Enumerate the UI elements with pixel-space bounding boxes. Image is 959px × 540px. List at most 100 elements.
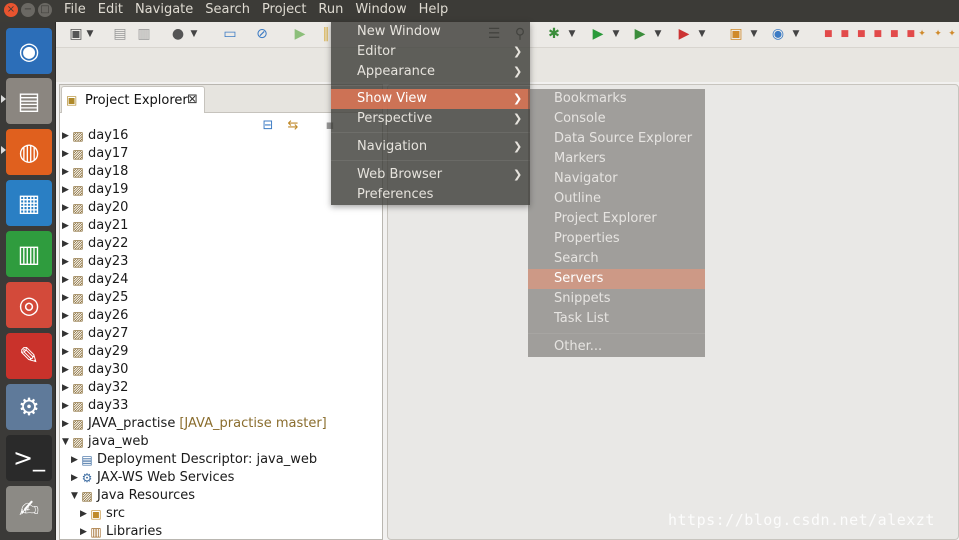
close-window-button[interactable]: × (4, 3, 18, 17)
reader-icon[interactable]: ✎ (6, 333, 52, 379)
pin-icon[interactable]: ✦ (944, 26, 959, 42)
menu-navigate[interactable]: Navigate (134, 2, 194, 17)
new-server-icon[interactable]: ▣ (728, 26, 744, 42)
tree-item-day25[interactable]: ▶ ▨ day25 (62, 289, 128, 307)
view-item-navigator[interactable]: Navigator (528, 169, 705, 189)
new-class-icon[interactable]: ◉ (770, 26, 786, 42)
view-item-data-source-explorer[interactable]: Data Source Explorer (528, 129, 705, 149)
expand-arrow-icon[interactable]: ▶ (62, 235, 71, 253)
terminal-icon[interactable]: >_ (6, 435, 52, 481)
new-server-dropdown-icon[interactable]: ▼ (750, 26, 758, 42)
menu-item-navigation[interactable]: Navigation ❯ (331, 137, 530, 157)
expand-arrow-icon[interactable]: ▶ (62, 271, 71, 289)
profile-icon[interactable]: ● (170, 26, 186, 42)
new-dropdown-icon[interactable]: ▼ (86, 26, 94, 42)
view-item-servers[interactable]: Servers (528, 269, 705, 289)
expand-arrow-icon[interactable]: ▶ (62, 325, 71, 343)
tree-item-java-practise[interactable]: ▶ ▨ JAVA_practise [JAVA_practise master] (62, 415, 327, 433)
run-coverage-icon[interactable]: ▶ (632, 26, 648, 42)
tab-project-explorer[interactable]: ▣ Project Explorer ⊠ (61, 86, 205, 113)
view-item-snippets[interactable]: Snippets (528, 289, 705, 309)
expand-arrow-icon[interactable]: ▶ (62, 289, 71, 307)
tree-item-day29[interactable]: ▶ ▨ day29 (62, 343, 128, 361)
expand-arrow-icon[interactable]: ▶ (62, 163, 71, 181)
annotation-markers-icon[interactable]: ■■■■■■ (824, 26, 915, 42)
pin-icon[interactable]: ✦ (914, 26, 930, 42)
tree-item-day32[interactable]: ▶ ▨ day32 (62, 379, 128, 397)
tree-item-day30[interactable]: ▶ ▨ day30 (62, 361, 128, 379)
minimize-window-button[interactable]: − (21, 3, 35, 17)
save-all-icon[interactable]: ▥ (136, 26, 152, 42)
external-tools-dropdown-icon[interactable]: ▼ (698, 26, 706, 42)
coverage-dropdown-icon[interactable]: ▼ (654, 26, 662, 42)
new-icon[interactable]: ▣ (68, 26, 84, 42)
menu-item-appearance[interactable]: Appearance ❯ (331, 62, 530, 82)
menu-item-editor[interactable]: Editor ❯ (331, 42, 530, 62)
menu-item-web-browser[interactable]: Web Browser ❯ (331, 165, 530, 185)
ubuntu-dash-icon[interactable]: ◉ (6, 28, 52, 74)
chrome-icon[interactable]: ◎ (6, 282, 52, 328)
view-item-console[interactable]: Console (528, 109, 705, 129)
tree-item-day24[interactable]: ▶ ▨ day24 (62, 271, 128, 289)
menu-item-perspective[interactable]: Perspective ❯ (331, 109, 530, 129)
tree-item-day17[interactable]: ▶ ▨ day17 (62, 145, 128, 163)
run-icon[interactable]: ▶ (590, 26, 606, 42)
tree-item-day16[interactable]: ▶ ▨ day16 (62, 127, 128, 145)
collapse-arrow-icon[interactable]: ▼ (62, 433, 71, 451)
expand-arrow-icon[interactable]: ▶ (62, 217, 71, 235)
impress-icon[interactable]: ▦ (6, 180, 52, 226)
expand-arrow-icon[interactable]: ▶ (62, 307, 71, 325)
view-item-task-list[interactable]: Task List (528, 309, 705, 329)
menu-project[interactable]: Project (261, 2, 307, 17)
save-icon[interactable]: ▤ (112, 26, 128, 42)
expand-arrow-icon[interactable]: ▶ (80, 505, 89, 523)
menu-edit[interactable]: Edit (97, 2, 124, 17)
tree-item-libraries[interactable]: ▶ ▥ Libraries (80, 523, 162, 540)
new-class-dropdown-icon[interactable]: ▼ (792, 26, 800, 42)
menu-window[interactable]: Window (354, 2, 407, 17)
view-item-project-explorer[interactable]: Project Explorer (528, 209, 705, 229)
tree-item-day27[interactable]: ▶ ▨ day27 (62, 325, 128, 343)
view-item-markers[interactable]: Markers (528, 149, 705, 169)
close-icon[interactable]: ⊠ (187, 92, 198, 107)
expand-arrow-icon[interactable]: ▶ (71, 469, 80, 487)
tree-item-java-resources[interactable]: ▼ ▨ Java Resources (71, 487, 195, 505)
firefox-icon[interactable]: ◍ (6, 129, 52, 175)
maximize-window-button[interactable]: □ (38, 3, 52, 17)
tree-item-java-web[interactable]: ▼ ▨ java_web (62, 433, 149, 451)
tree-item-day22[interactable]: ▶ ▨ day22 (62, 235, 128, 253)
expand-arrow-icon[interactable]: ▶ (62, 199, 71, 217)
expand-arrow-icon[interactable]: ▶ (62, 145, 71, 163)
files-icon[interactable]: ▤ (6, 78, 52, 124)
settings-icon[interactable]: ⚙ (6, 384, 52, 430)
skip-breakpoints-icon[interactable]: ⊘ (254, 26, 270, 42)
calc-icon[interactable]: ▥ (6, 231, 52, 277)
debug-dropdown-icon[interactable]: ▼ (568, 26, 576, 42)
terminal-view-icon[interactable]: ▭ (222, 26, 238, 42)
tree-item-jax-ws[interactable]: ▶ ⚙ JAX-WS Web Services (71, 469, 234, 487)
expand-arrow-icon[interactable]: ▶ (62, 361, 71, 379)
expand-arrow-icon[interactable]: ▶ (62, 343, 71, 361)
tree-item-day26[interactable]: ▶ ▨ day26 (62, 307, 128, 325)
menu-file[interactable]: File (63, 2, 87, 17)
collapse-all-icon[interactable]: ⊟ (260, 118, 276, 134)
tree-item-day18[interactable]: ▶ ▨ day18 (62, 163, 128, 181)
view-item-bookmarks[interactable]: Bookmarks (528, 89, 705, 109)
profile-dropdown-icon[interactable]: ▼ (190, 26, 198, 42)
run-dropdown-icon[interactable]: ▼ (612, 26, 620, 42)
expand-arrow-icon[interactable]: ▶ (62, 181, 71, 199)
expand-arrow-icon[interactable]: ▶ (71, 451, 80, 469)
expand-arrow-icon[interactable]: ▶ (62, 415, 71, 433)
view-item-search[interactable]: Search (528, 249, 705, 269)
debug-icon[interactable]: ✱ (546, 26, 562, 42)
tree-item-deployment-descriptor[interactable]: ▶ ▤ Deployment Descriptor: java_web (71, 451, 317, 469)
text-editor-icon[interactable]: ✍ (6, 486, 52, 532)
expand-arrow-icon[interactable]: ▶ (62, 127, 71, 145)
menu-item-preferences[interactable]: Preferences (331, 185, 530, 205)
view-item-properties[interactable]: Properties (528, 229, 705, 249)
menu-item-show-view[interactable]: Show View ❯ (331, 89, 530, 109)
menu-run[interactable]: Run (317, 2, 344, 17)
menu-search[interactable]: Search (204, 2, 251, 17)
link-with-editor-icon[interactable]: ⇆ (285, 118, 301, 134)
tree-item-day20[interactable]: ▶ ▨ day20 (62, 199, 128, 217)
